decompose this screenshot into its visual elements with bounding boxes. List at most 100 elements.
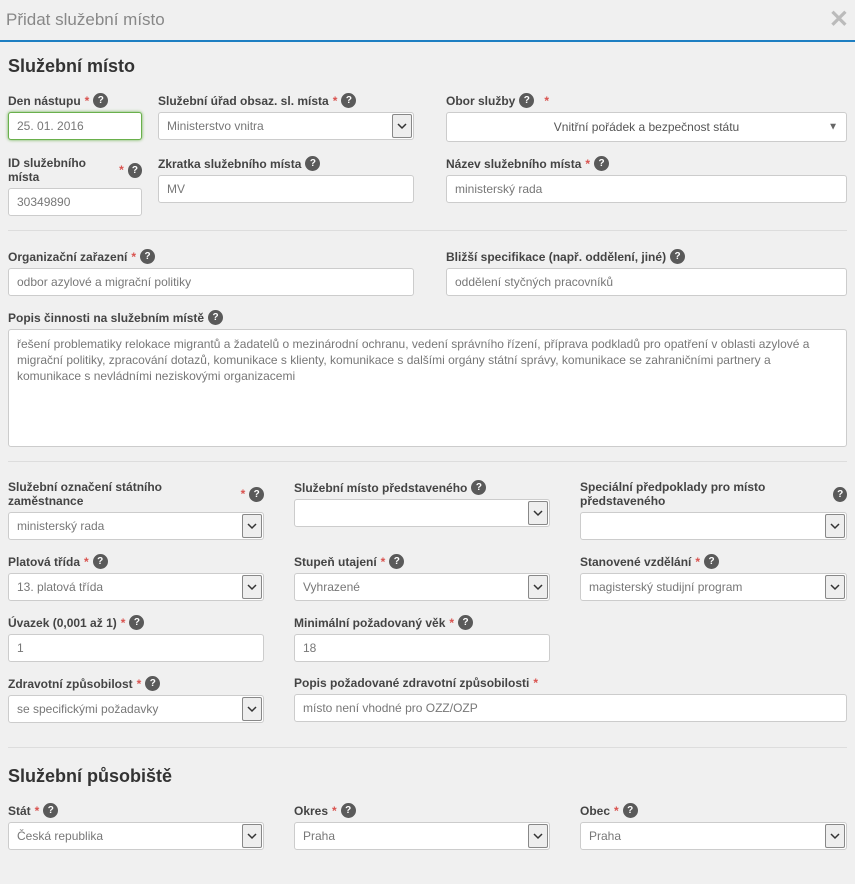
required-marker: *: [449, 616, 454, 630]
required-marker: *: [131, 250, 136, 264]
obor-select[interactable]: Vnitřní pořádek a bezpečnost státu ▼: [446, 112, 847, 142]
label-min-vek: Minimální požadovaný věk: [294, 616, 445, 630]
label-oznaceni: Služební označení státního zaměstnance: [8, 480, 237, 508]
zdrav-select[interactable]: [8, 695, 264, 723]
help-icon[interactable]: ?: [249, 487, 264, 502]
required-marker: *: [695, 555, 700, 569]
caret-down-icon: ▼: [828, 122, 838, 133]
label-blizsi: Bližší specifikace (např. oddělení, jiné…: [446, 250, 666, 264]
label-obec: Obec: [580, 804, 610, 818]
min-vek-input[interactable]: [294, 634, 550, 662]
help-icon[interactable]: ?: [519, 93, 534, 108]
required-marker: *: [35, 804, 40, 818]
label-uvazek: Úvazek (0,001 až 1): [8, 616, 117, 630]
uvazek-input[interactable]: [8, 634, 264, 662]
help-icon[interactable]: ?: [145, 676, 160, 691]
label-zdrav: Zdravotní způsobilost: [8, 677, 133, 691]
blizsi-input[interactable]: [446, 268, 847, 296]
chevron-down-icon[interactable]: [825, 824, 845, 848]
label-spec-predpoklady: Speciální předpoklady pro místo představ…: [580, 480, 829, 508]
label-urad: Služební úřad obsaz. sl. místa: [158, 94, 329, 108]
section-sluzebni-pusobiste: Služební působiště: [8, 766, 847, 787]
required-marker: *: [544, 94, 549, 108]
id-mista-input[interactable]: [8, 188, 142, 216]
label-vzdelani: Stanovené vzdělání: [580, 555, 691, 569]
help-icon[interactable]: ?: [471, 480, 486, 495]
help-icon[interactable]: ?: [458, 615, 473, 630]
help-icon[interactable]: ?: [389, 554, 404, 569]
chevron-down-icon[interactable]: [528, 824, 548, 848]
obor-value: Vnitřní pořádek a bezpečnost státu: [554, 120, 739, 134]
divider: [8, 230, 847, 231]
urad-select[interactable]: [158, 112, 414, 140]
label-zkratka: Zkratka služebního místa: [158, 157, 301, 171]
nazev-input[interactable]: [446, 175, 847, 203]
label-organizacni: Organizační zařazení: [8, 250, 127, 264]
chevron-down-icon[interactable]: [242, 575, 262, 599]
chevron-down-icon[interactable]: [528, 501, 548, 525]
platova-select[interactable]: [8, 573, 264, 601]
help-icon[interactable]: ?: [594, 156, 609, 171]
stat-select[interactable]: [8, 822, 264, 850]
help-icon[interactable]: ?: [305, 156, 320, 171]
help-icon[interactable]: ?: [93, 554, 108, 569]
modal-title: Přidat služební místo: [6, 10, 165, 30]
label-nazev: Název služebního místa: [446, 157, 581, 171]
divider: [8, 747, 847, 748]
required-marker: *: [121, 616, 126, 630]
chevron-down-icon[interactable]: [825, 575, 845, 599]
spec-predpoklady-select[interactable]: [580, 512, 847, 540]
label-stat: Stát: [8, 804, 31, 818]
help-icon[interactable]: ?: [833, 487, 847, 502]
header-divider: [0, 40, 855, 42]
predstaveny-select[interactable]: [294, 499, 550, 527]
required-marker: *: [84, 555, 89, 569]
help-icon[interactable]: ?: [128, 163, 142, 178]
help-icon[interactable]: ?: [129, 615, 144, 630]
required-marker: *: [333, 94, 338, 108]
zkratka-input[interactable]: [158, 175, 414, 203]
section-sluzebni-misto: Služební místo: [8, 56, 847, 77]
help-icon[interactable]: ?: [140, 249, 155, 264]
required-marker: *: [614, 804, 619, 818]
close-icon[interactable]: ✕: [829, 8, 849, 32]
help-icon[interactable]: ?: [341, 803, 356, 818]
organizacni-input[interactable]: [8, 268, 414, 296]
chevron-down-icon[interactable]: [528, 575, 548, 599]
help-icon[interactable]: ?: [670, 249, 685, 264]
chevron-down-icon[interactable]: [825, 514, 845, 538]
help-icon[interactable]: ?: [341, 93, 356, 108]
divider: [8, 461, 847, 462]
required-marker: *: [85, 94, 90, 108]
chevron-down-icon[interactable]: [242, 514, 262, 538]
help-icon[interactable]: ?: [93, 93, 108, 108]
label-obor: Obor služby: [446, 94, 515, 108]
okres-select[interactable]: [294, 822, 550, 850]
oznaceni-select[interactable]: [8, 512, 264, 540]
label-predstaveny: Služební místo představeného: [294, 481, 467, 495]
label-id-mista: ID služebního místa: [8, 156, 115, 184]
required-marker: *: [533, 676, 538, 690]
label-utajeni: Stupeň utajení: [294, 555, 377, 569]
obec-select[interactable]: [580, 822, 847, 850]
chevron-down-icon[interactable]: [242, 824, 262, 848]
required-marker: *: [332, 804, 337, 818]
label-popis-cinnosti: Popis činnosti na služebním místě: [8, 311, 204, 325]
help-icon[interactable]: ?: [704, 554, 719, 569]
label-okres: Okres: [294, 804, 328, 818]
help-icon[interactable]: ?: [43, 803, 58, 818]
required-marker: *: [585, 157, 590, 171]
den-nastupu-input[interactable]: [8, 112, 142, 140]
popis-zdrav-input[interactable]: [294, 694, 847, 722]
label-platova: Platová třída: [8, 555, 80, 569]
utajeni-select[interactable]: [294, 573, 550, 601]
required-marker: *: [381, 555, 386, 569]
required-marker: *: [119, 163, 124, 177]
help-icon[interactable]: ?: [208, 310, 223, 325]
help-icon[interactable]: ?: [623, 803, 638, 818]
chevron-down-icon[interactable]: [392, 114, 412, 138]
required-marker: *: [241, 487, 246, 501]
chevron-down-icon[interactable]: [242, 697, 262, 721]
popis-cinnosti-textarea[interactable]: [8, 329, 847, 447]
vzdelani-select[interactable]: [580, 573, 847, 601]
